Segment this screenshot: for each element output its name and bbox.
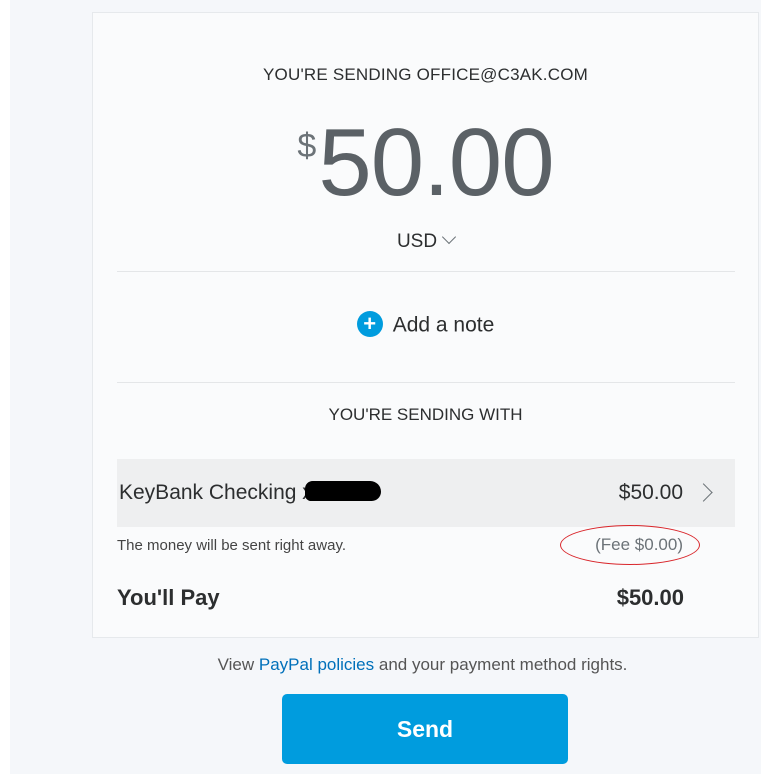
amount-value[interactable]: 50.00	[318, 109, 554, 216]
send-money-card: YOU'RE SENDING OFFICE@C3AK.COM $50.00 US…	[92, 12, 759, 638]
divider	[117, 382, 735, 383]
chevron-down-icon	[441, 229, 457, 245]
fee-text: (Fee $0.00)	[595, 535, 683, 554]
plus-circle-icon: +	[356, 311, 383, 337]
paypal-policies-link[interactable]: PayPal policies	[259, 655, 374, 674]
redaction-mark	[304, 481, 381, 502]
policies-text: View PayPal policies and your payment me…	[217, 655, 628, 674]
send-button[interactable]: Send	[282, 694, 568, 764]
currency-selector[interactable]: USD	[93, 229, 758, 253]
funding-source-amount: $50.00	[618, 481, 683, 504]
delivery-note: The money will be sent right away.	[117, 537, 346, 554]
total-amount: $50.00	[616, 585, 684, 610]
divider	[117, 271, 735, 272]
sending-with-heading: YOU'RE SENDING WITH	[328, 405, 523, 424]
amount-display: $50.00	[93, 113, 758, 213]
chevron-right-icon	[694, 483, 713, 502]
recipient-heading: YOU'RE SENDING OFFICE@C3AK.COM	[263, 65, 588, 84]
currency-symbol: $	[297, 127, 317, 165]
add-note-button[interactable]: + Add a note	[93, 311, 758, 339]
currency-code: USD	[396, 231, 438, 252]
funding-source-name: KeyBank Checking x	[119, 481, 381, 505]
add-note-label: Add a note	[392, 313, 495, 337]
funding-source-row[interactable]: KeyBank Checking x $50.00	[117, 459, 735, 527]
total-label: You'll Pay	[117, 585, 220, 610]
